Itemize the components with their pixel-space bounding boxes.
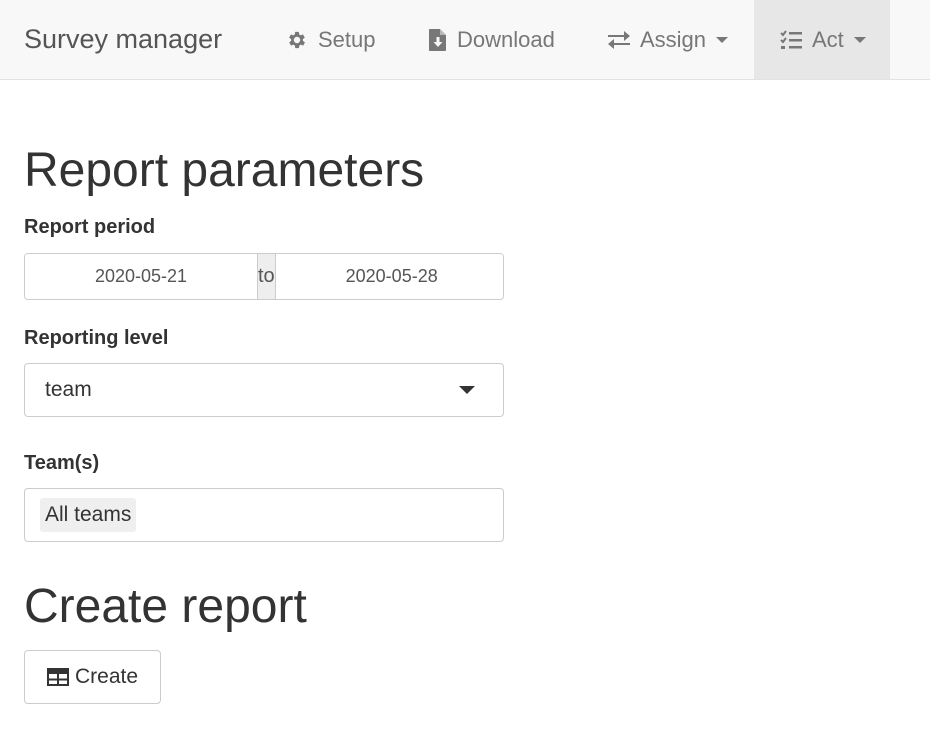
brand-title[interactable]: Survey manager — [24, 0, 222, 79]
create-button[interactable]: Create — [24, 650, 161, 704]
gear-icon — [286, 29, 308, 51]
end-date-input[interactable] — [275, 254, 503, 299]
teams-label: Team(s) — [24, 452, 100, 474]
report-period-label: Report period — [24, 216, 156, 238]
nav-download-label: Download — [457, 26, 555, 52]
nav-assign-dropdown[interactable]: Assign — [608, 0, 729, 79]
nav-act-label: Act — [812, 26, 844, 52]
report-period-daterange: to — [24, 253, 504, 300]
create-button-label: Create — [74, 665, 139, 688]
nav-assign-label: Assign — [640, 26, 707, 52]
chevron-down-icon — [716, 36, 729, 43]
exchange-icon — [608, 30, 630, 50]
nav-setup-label: Setup — [318, 26, 376, 52]
date-range-separator: to — [257, 254, 276, 299]
create-report-heading: Create report — [24, 580, 307, 633]
report-parameters-heading: Report parameters — [24, 144, 425, 197]
start-date-input[interactable] — [25, 254, 257, 299]
tasks-icon — [780, 29, 802, 50]
table-icon — [46, 668, 69, 686]
team-tag[interactable]: All teams — [40, 498, 137, 532]
chevron-down-icon — [459, 386, 475, 394]
reporting-level-select[interactable]: team — [24, 363, 504, 417]
chevron-down-icon — [853, 36, 866, 43]
file-download-icon — [429, 28, 447, 51]
navbar: Survey manager Setup Download Assign Act — [0, 0, 930, 80]
nav-act-dropdown[interactable]: Act — [754, 0, 890, 79]
reporting-level-value: team — [45, 378, 92, 401]
nav-setup[interactable]: Setup — [286, 0, 376, 79]
teams-multiselect[interactable]: All teams — [24, 488, 504, 542]
nav-download[interactable]: Download — [429, 0, 555, 79]
reporting-level-label: Reporting level — [24, 327, 169, 349]
